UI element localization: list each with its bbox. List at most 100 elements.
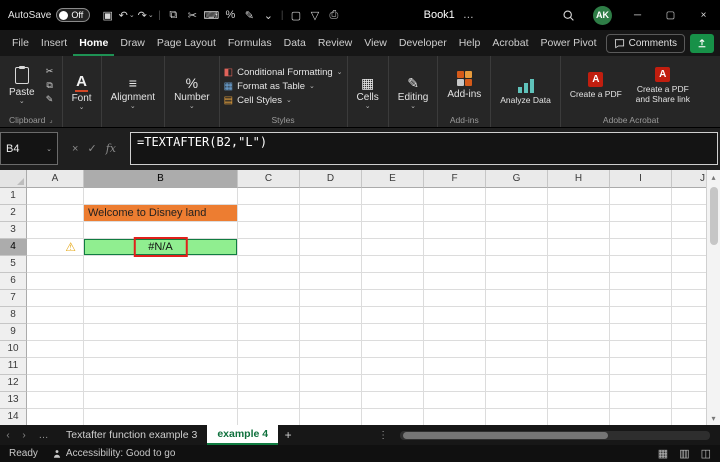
cell-G9[interactable]: [486, 324, 548, 341]
tab-page-layout[interactable]: Page Layout: [151, 30, 222, 56]
cell-G6[interactable]: [486, 273, 548, 290]
cell-J12[interactable]: [672, 375, 706, 392]
cell-B10[interactable]: [84, 341, 238, 358]
cell-J2[interactable]: [672, 205, 706, 222]
cell-H4[interactable]: [548, 239, 610, 256]
cell-I13[interactable]: [610, 392, 672, 409]
sort-filter-icon[interactable]: ▽: [305, 4, 324, 26]
cell-C11[interactable]: [238, 358, 300, 375]
cell-A13[interactable]: [27, 392, 84, 409]
cell-C10[interactable]: [238, 341, 300, 358]
cell-I1[interactable]: [610, 188, 672, 205]
sheet-kebab-icon[interactable]: ⋮: [370, 425, 396, 445]
row-header-10[interactable]: 10: [0, 341, 27, 358]
cell-B7[interactable]: [84, 290, 238, 307]
cell-A6[interactable]: [27, 273, 84, 290]
cell-D8[interactable]: [300, 307, 362, 324]
tab-data[interactable]: Data: [278, 30, 312, 56]
create-a-pdf-and-share-link-button[interactable]: ACreate a PDF and Share link: [629, 66, 697, 105]
row-header-3[interactable]: 3: [0, 222, 27, 239]
cell-D7[interactable]: [300, 290, 362, 307]
cell-C4[interactable]: [238, 239, 300, 256]
autosave-pill[interactable]: Off: [56, 8, 90, 22]
cell-E2[interactable]: [362, 205, 424, 222]
cell-J11[interactable]: [672, 358, 706, 375]
cell-G3[interactable]: [486, 222, 548, 239]
cell-C9[interactable]: [238, 324, 300, 341]
cell-C1[interactable]: [238, 188, 300, 205]
row-header-2[interactable]: 2: [0, 205, 27, 222]
cell-C13[interactable]: [238, 392, 300, 409]
sheet-list-more-icon[interactable]: …: [32, 425, 56, 445]
hscroll-thumb[interactable]: [403, 432, 608, 439]
tab-draw[interactable]: Draw: [114, 30, 151, 56]
paste-button[interactable]: Paste ⌄: [4, 66, 40, 106]
cancel-icon[interactable]: ×: [72, 143, 78, 155]
cell-J7[interactable]: [672, 290, 706, 307]
close-button[interactable]: ×: [687, 0, 720, 30]
create-a-pdf-button[interactable]: ACreate a PDF: [565, 71, 627, 101]
cell-E5[interactable]: [362, 256, 424, 273]
cell-B14[interactable]: [84, 409, 238, 425]
cell-F3[interactable]: [424, 222, 486, 239]
cell-I5[interactable]: [610, 256, 672, 273]
qat-more-icon[interactable]: ⌄: [259, 4, 278, 26]
format-as-table-button[interactable]: ▦Format as Table⌄: [224, 81, 343, 92]
cut-icon[interactable]: ✂: [183, 4, 202, 26]
cell-I7[interactable]: [610, 290, 672, 307]
cell-D6[interactable]: [300, 273, 362, 290]
row-header-14[interactable]: 14: [0, 409, 27, 425]
row-header-7[interactable]: 7: [0, 290, 27, 307]
cell-D3[interactable]: [300, 222, 362, 239]
cell-I12[interactable]: [610, 375, 672, 392]
cell-G14[interactable]: [486, 409, 548, 425]
cell-C7[interactable]: [238, 290, 300, 307]
enter-icon[interactable]: ✓: [87, 142, 96, 155]
column-header-I[interactable]: I: [610, 170, 672, 188]
cell-H2[interactable]: [548, 205, 610, 222]
tab-developer[interactable]: Developer: [393, 30, 453, 56]
cell-B9[interactable]: [84, 324, 238, 341]
cell-E13[interactable]: [362, 392, 424, 409]
cell-F13[interactable]: [424, 392, 486, 409]
cell-E10[interactable]: [362, 341, 424, 358]
maximize-button[interactable]: ▢: [654, 0, 687, 30]
cell-J6[interactable]: [672, 273, 706, 290]
vertical-scrollbar[interactable]: ▴ ▾: [706, 170, 720, 425]
number-button[interactable]: % Number ⌄: [169, 74, 215, 111]
cell-E12[interactable]: [362, 375, 424, 392]
cell-J13[interactable]: [672, 392, 706, 409]
tab-acrobat[interactable]: Acrobat: [486, 30, 534, 56]
editing-button[interactable]: ✎ Editing ⌄: [393, 74, 434, 111]
tab-home[interactable]: Home: [73, 30, 114, 56]
accessibility-status[interactable]: Accessibility: Good to go: [52, 448, 176, 459]
cell-J1[interactable]: [672, 188, 706, 205]
tab-power-pivot[interactable]: Power Pivot: [535, 30, 600, 56]
cell-A3[interactable]: [27, 222, 84, 239]
cell-G2[interactable]: [486, 205, 548, 222]
analyze-data-button[interactable]: Analyze Data: [495, 78, 556, 107]
page-break-view-button[interactable]: ◫: [701, 447, 711, 460]
cell-A9[interactable]: [27, 324, 84, 341]
cell-F12[interactable]: [424, 375, 486, 392]
cell-F7[interactable]: [424, 290, 486, 307]
column-header-E[interactable]: E: [362, 170, 424, 188]
formula-input[interactable]: =TEXTAFTER(B2,"L"): [130, 132, 718, 165]
cell-D2[interactable]: [300, 205, 362, 222]
tab-help[interactable]: Help: [453, 30, 487, 56]
cell-D9[interactable]: [300, 324, 362, 341]
vscroll-thumb[interactable]: [710, 187, 718, 245]
cell-C6[interactable]: [238, 273, 300, 290]
row-header-12[interactable]: 12: [0, 375, 27, 392]
cell-A12[interactable]: [27, 375, 84, 392]
tab-review[interactable]: Review: [312, 30, 358, 56]
column-header-G[interactable]: G: [486, 170, 548, 188]
cell-F4[interactable]: [424, 239, 486, 256]
cell-D14[interactable]: [300, 409, 362, 425]
tab-formulas[interactable]: Formulas: [222, 30, 278, 56]
cell-E4[interactable]: [362, 239, 424, 256]
autosave-toggle[interactable]: AutoSave Off: [8, 8, 90, 22]
cell-G12[interactable]: [486, 375, 548, 392]
font-button[interactable]: A Font ⌄: [67, 73, 97, 112]
cell-F6[interactable]: [424, 273, 486, 290]
